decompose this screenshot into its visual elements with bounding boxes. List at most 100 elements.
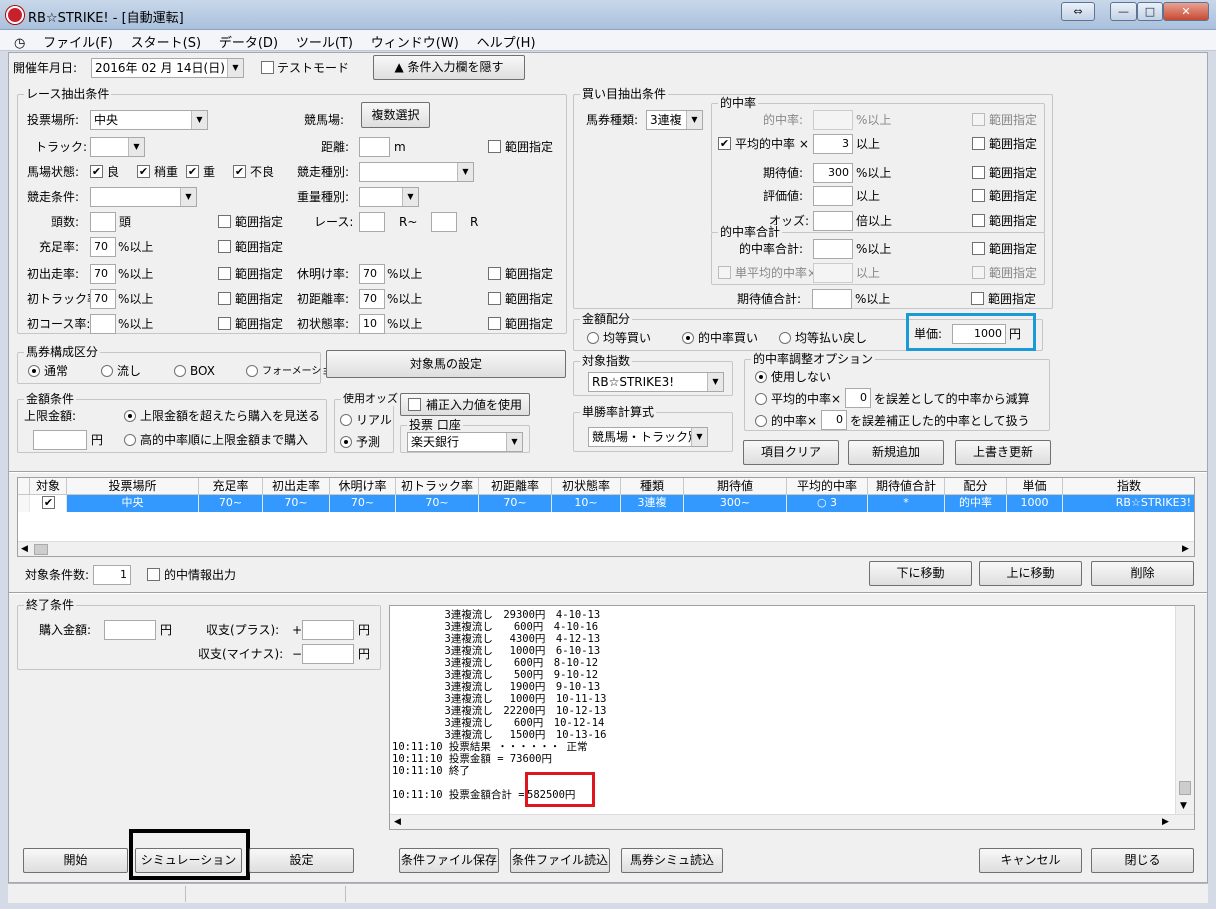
avg-hit-range-checkbox[interactable] — [972, 137, 985, 150]
adjust-none-radio[interactable] — [755, 371, 767, 383]
single-avg-input[interactable] — [813, 263, 853, 283]
menu-tools[interactable]: ツール(T) — [289, 30, 360, 53]
race-kind-select[interactable] — [359, 162, 474, 182]
start-button[interactable]: 開始 — [23, 848, 128, 873]
hit-buy-radio[interactable] — [682, 332, 694, 344]
adjust-subtract-input[interactable]: 0 — [845, 388, 871, 408]
avg-hit-checkbox[interactable]: ✔ — [718, 137, 731, 150]
menu-start[interactable]: スタート(S) — [124, 30, 208, 53]
formation-radio[interactable] — [246, 365, 258, 377]
add-new-button[interactable]: 新規追加 — [848, 440, 944, 465]
correction-checkbox[interactable] — [408, 398, 421, 411]
col-first-condition[interactable]: 初状態率 — [552, 478, 621, 495]
col-rest[interactable]: 休明け率 — [330, 478, 396, 495]
menu-window[interactable]: ウィンドウ(W) — [364, 30, 466, 53]
condition-count-input[interactable]: 1 — [93, 565, 131, 585]
log-hscrollbar[interactable]: ◀ ▶ — [390, 814, 1194, 829]
fill-rate-input[interactable]: 70 — [90, 237, 116, 257]
scroll-left-icon[interactable]: ◀ — [21, 542, 28, 556]
ev-input[interactable]: 300 — [813, 163, 853, 183]
heads-range-checkbox[interactable] — [218, 215, 231, 228]
col-first-track[interactable]: 初トラック率 — [396, 478, 479, 495]
cond-yielding-checkbox[interactable]: ✔ — [137, 165, 150, 178]
maximize-button[interactable]: □ — [1137, 2, 1163, 21]
hit-info-checkbox[interactable] — [147, 568, 160, 581]
odds-input[interactable] — [813, 211, 853, 231]
cap-high-hit-radio[interactable] — [124, 434, 136, 446]
restore-icon[interactable]: ⇔ — [1061, 2, 1095, 21]
row-target-cell[interactable]: ✔ — [30, 495, 67, 512]
grid-scroll-thumb[interactable] — [34, 544, 48, 555]
col-venue[interactable]: 投票場所 — [67, 478, 199, 495]
single-avg-range-checkbox[interactable] — [972, 266, 985, 279]
col-index[interactable]: 指数 — [1063, 478, 1194, 495]
cap-skip-radio[interactable] — [124, 410, 136, 422]
correction-button[interactable]: 補正入力値を使用 — [400, 393, 530, 416]
save-conditions-button[interactable]: 条件ファイル保存 — [399, 848, 499, 873]
load-simulation-button[interactable]: 馬券シミュ読込 — [621, 848, 723, 873]
hit-rate-input[interactable] — [813, 110, 853, 130]
scroll-right-icon[interactable]: ▶ — [1182, 542, 1189, 556]
simulation-button[interactable]: シミュレーション — [135, 848, 242, 873]
end-plus-input[interactable] — [302, 620, 354, 640]
close-dialog-button[interactable]: 閉じる — [1091, 848, 1194, 873]
first-run-input[interactable]: 70 — [90, 264, 116, 284]
distance-input[interactable] — [359, 137, 390, 157]
ev-sum-input[interactable] — [812, 289, 852, 309]
menu-data[interactable]: データ(D) — [212, 30, 285, 53]
test-mode-checkbox[interactable] — [261, 61, 274, 74]
date-picker[interactable]: 2016年 02 月 14日(日) — [91, 58, 244, 78]
cond-heavy-checkbox[interactable]: ✔ — [233, 165, 246, 178]
box-radio[interactable] — [174, 365, 186, 377]
first-run-range-checkbox[interactable] — [218, 267, 231, 280]
hit-sum-input[interactable] — [813, 239, 853, 259]
unit-price-input[interactable]: 1000 — [952, 324, 1006, 344]
cancel-button[interactable]: キャンセル — [979, 848, 1082, 873]
normal-radio[interactable] — [28, 365, 40, 377]
close-button[interactable]: ✕ — [1163, 2, 1209, 21]
win-calc-select[interactable]: 競馬場・トラック別 — [588, 427, 708, 447]
menu-help[interactable]: ヘルプ(H) — [470, 30, 543, 53]
distance-range-checkbox[interactable] — [488, 140, 501, 153]
weight-kind-select[interactable] — [359, 187, 419, 207]
first-track-input[interactable]: 70 — [90, 289, 116, 309]
odds-range-checkbox[interactable] — [972, 214, 985, 227]
log-vscrollbar[interactable]: ▼ — [1175, 606, 1194, 814]
track-select[interactable] — [90, 137, 145, 157]
hit-sum-range-checkbox[interactable] — [972, 242, 985, 255]
end-buy-input[interactable] — [104, 620, 156, 640]
col-unit-price[interactable]: 単価 — [1007, 478, 1063, 495]
col-target[interactable]: 対象 — [30, 478, 67, 495]
delete-button[interactable]: 削除 — [1091, 561, 1194, 586]
menu-file[interactable]: ファイル(F) — [36, 30, 120, 53]
overwrite-button[interactable]: 上書き更新 — [955, 440, 1051, 465]
cond-soft-checkbox[interactable]: ✔ — [186, 165, 199, 178]
adjust-correct-input[interactable]: 0 — [821, 410, 847, 430]
venue-select[interactable]: 中央 — [90, 110, 208, 130]
col-ev-sum[interactable]: 期待値合計 — [868, 478, 945, 495]
col-avg-hit[interactable]: 平均的中率 — [787, 478, 868, 495]
cap-amount-input[interactable] — [33, 430, 87, 450]
race-to-input[interactable] — [431, 212, 457, 232]
end-minus-input[interactable] — [302, 644, 354, 664]
even-payout-radio[interactable] — [779, 332, 791, 344]
log-scroll-thumb[interactable] — [1179, 781, 1191, 795]
row-target-checkbox[interactable]: ✔ — [42, 496, 55, 509]
first-track-range-checkbox[interactable] — [218, 292, 231, 305]
col-ticket-type[interactable]: 種類 — [621, 478, 684, 495]
log-scroll-down-icon[interactable]: ▼ — [1180, 799, 1187, 813]
first-course-range-checkbox[interactable] — [218, 317, 231, 330]
race-condition-select[interactable] — [90, 187, 197, 207]
ev-range-checkbox[interactable] — [972, 166, 985, 179]
vote-account-select[interactable]: 楽天銀行 — [407, 432, 523, 452]
target-horse-button[interactable]: 対象馬の設定 — [326, 350, 566, 378]
ev-sum-range-checkbox[interactable] — [971, 292, 984, 305]
single-avg-checkbox[interactable] — [718, 266, 731, 279]
move-down-button[interactable]: 下に移動 — [869, 561, 972, 586]
odds-predict-radio[interactable] — [340, 436, 352, 448]
rest-range-checkbox[interactable] — [488, 267, 501, 280]
grid-hscrollbar[interactable]: ◀ ▶ — [18, 541, 1194, 556]
adjust-correct-radio[interactable] — [755, 415, 767, 427]
first-distance-input[interactable]: 70 — [359, 289, 385, 309]
even-buy-radio[interactable] — [587, 332, 599, 344]
